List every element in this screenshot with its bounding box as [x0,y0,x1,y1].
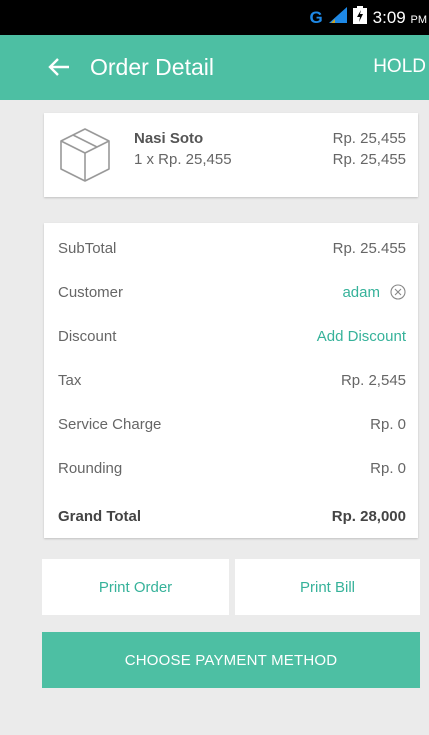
rounding-label: Rounding [58,459,123,477]
add-discount-link[interactable]: Add Discount [317,328,406,345]
tax-label: Tax [58,371,82,389]
clock-ampm: PM [410,13,428,26]
subtotal-row: SubTotal Rp. 25.455 [58,237,406,259]
order-summary-card: SubTotal Rp. 25.455 Customer adam Discou… [44,223,418,538]
grand-total-value: Rp. 28,000 [331,507,406,525]
customer-row: Customer adam [58,281,406,303]
battery-icon [352,6,367,29]
tax-row: Tax Rp. 2,545 [58,369,406,391]
service-charge-value: Rp. 0 [370,415,406,433]
subtotal-label: SubTotal [58,239,117,257]
print-order-button[interactable]: Print Order [42,559,229,615]
customer-name[interactable]: adam [342,284,380,301]
clock: 3:09 PM [373,8,427,28]
app-bar: Order Detail HOLD [0,35,429,100]
signal-icon [328,7,347,28]
discount-row: Discount Add Discount [58,325,406,347]
hold-button[interactable]: HOLD [373,56,426,78]
tax-value: Rp. 2,545 [340,371,406,389]
order-item-card[interactable]: Nasi Soto 1 x Rp. 25,455 Rp. 25,455 Rp. … [44,113,418,197]
choose-payment-method-button[interactable]: CHOOSE PAYMENT METHOD [42,632,420,688]
network-type: G [309,7,323,27]
page-title: Order Detail [90,54,214,80]
print-bill-button[interactable]: Print Bill [235,559,420,615]
item-quantity: 1 x Rp. 25,455 [134,151,232,168]
customer-label: Customer [58,283,124,301]
item-unit-price: Rp. 25,455 [332,130,406,147]
rounding-value: Rp. 0 [370,459,406,477]
rounding-row: Rounding Rp. 0 [58,457,406,479]
item-name: Nasi Soto [134,130,204,147]
clock-time: 3:09 [372,7,406,27]
service-charge-label: Service Charge [58,415,162,433]
box-icon [58,126,112,189]
grand-total-row: Grand Total Rp. 28,000 [58,505,406,527]
remove-customer-icon[interactable] [390,284,406,300]
service-charge-row: Service Charge Rp. 0 [58,413,406,435]
discount-label: Discount [58,327,117,345]
grand-total-label: Grand Total [58,507,142,525]
back-arrow-icon [48,58,69,76]
status-icons: G 3:09 PM [309,0,429,35]
status-bar: G 3:09 PM [0,0,429,35]
back-button[interactable] [44,51,74,83]
subtotal-value: Rp. 25.455 [332,239,406,257]
item-line-total: Rp. 25,455 [332,151,406,168]
